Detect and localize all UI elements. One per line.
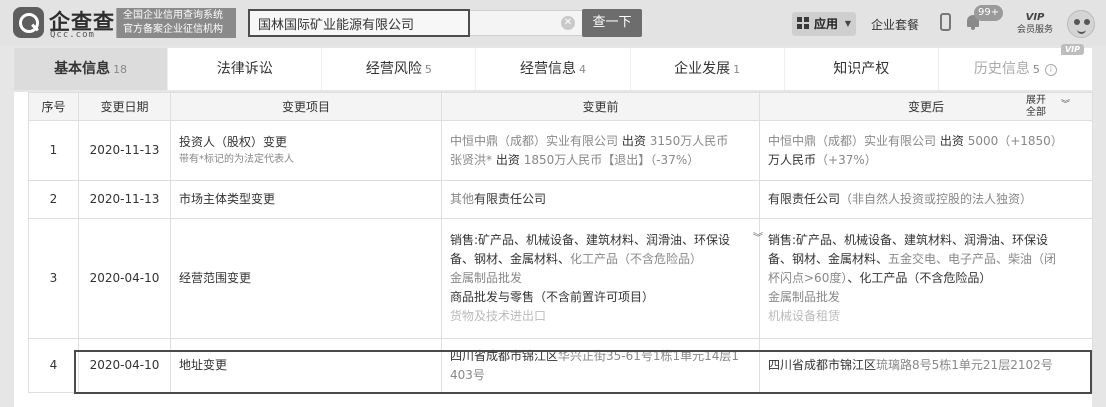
table-row: 3 2020-04-10 经营范围变更 销售:矿产品、机械设备、建筑材料、润滑油… [28,218,1093,339]
apps-menu-button[interactable]: 应用 ▼ [792,12,856,36]
row-date: 2020-11-13 [78,120,171,181]
col-index: 序号 [28,92,79,121]
info-icon[interactable]: i [1044,64,1057,76]
row-after: 有限责任公司（非自然人投资或控股的法人独资） [759,180,1093,219]
tab-basic-info[interactable]: 基本信息 18 [14,48,169,90]
expand-row-chevron-icon[interactable]: ︾ [753,229,763,244]
table-header-row: 序号 变更日期 变更项目 变更前 变更后 展开 全部 ︾ [28,92,1093,121]
col-after: 变更后 展开 全部 ︾ [759,92,1093,121]
row-before: 销售:矿产品、机械设备、建筑材料、润滑油、环保设 备、钢材、金属材料、化工产品（… [441,218,760,339]
row-item: 市场主体类型变更 [170,180,442,219]
mobile-phone-icon[interactable] [940,13,951,31]
enterprise-package-link[interactable]: 企业套餐 [871,16,919,33]
qcc-logo[interactable]: 企查查 Qcc.com [13,7,114,40]
address-change-highlight-box [74,350,1092,394]
magnifier-logo-icon [13,7,44,38]
slogan: 全国企业信用查询系统 官方备案企业征信机构 [116,8,236,38]
row-item: 投资人（股权）变更 带有*标记的为法定代表人 [170,120,442,181]
slogan-line-2: 官方备案企业征信机构 [123,24,223,35]
caret-down-icon: ▼ [844,19,851,28]
vip-member-label: 会员服务 [1016,25,1053,35]
row-before: 中恒中鼎（成都）实业有限公司 出资 3150万人民币 张贤洪* 出资 1850万… [441,120,760,181]
tab-operation-info[interactable]: 经营信息 4 [476,48,631,90]
row-index: 2 [28,180,79,219]
clear-icon[interactable]: ✕ [561,16,575,30]
row-date: 2020-04-10 [78,218,171,339]
top-header: 企查查 Qcc.com 全国企业信用查询系统 官方备案企业征信机构 国林国际矿业… [0,0,1106,46]
double-chevron-down-icon: ︾ [1060,100,1070,110]
tab-business-risk[interactable]: 经营风险 5 [322,48,477,90]
legal-rep-note: 带有*标记的为法定代表人 [179,154,294,165]
slogan-line-1: 全国企业信用查询系统 [123,10,223,21]
col-before: 变更前 [441,92,760,121]
row-date: 2020-11-13 [78,180,171,219]
row-index: 4 [28,338,79,393]
vip-tag: VIP [1060,44,1084,55]
notification-badge: 99+ [974,5,1004,21]
row-after: 中恒中鼎（成都）实业有限公司 出资 5000（+1850） 万人民币（+37%） [759,120,1093,181]
table-row: 2 2020-11-13 市场主体类型变更 其他有限责任公司 有限责任公司（非自… [28,180,1093,219]
grid-icon [797,17,810,30]
tab-litigation[interactable]: 法律诉讼 [168,48,323,90]
row-index: 1 [28,120,79,181]
vip-member-button[interactable]: VIP 会员服务 [1010,11,1060,37]
section-tabs: 基本信息 18 法律诉讼 经营风险 5 经营信息 4 企业发展 1 知识产权 VIP 历… [14,44,1092,90]
search-button[interactable]: 查一下 [582,9,642,37]
user-avatar[interactable] [1067,10,1095,38]
change-records-table: 序号 变更日期 变更项目 变更前 变更后 展开 全部 ︾ 1 2020-11-1… [28,92,1093,393]
row-after: 销售:矿产品、机械设备、建筑材料、润滑油、环保设 备、钢材、金属材料、五金交电、… [759,218,1093,339]
table-row: 1 2020-11-13 投资人（股权）变更 带有*标记的为法定代表人 中恒中鼎… [28,120,1093,181]
row-item: 经营范围变更 [170,218,442,339]
row-before: 其他有限责任公司 [441,180,760,219]
tab-development[interactable]: 企业发展 1 [631,48,785,90]
apps-label: 应用 [814,17,839,31]
tab-history-info[interactable]: VIP 历史信息 5 i [939,44,1092,90]
row-index: 3 [28,218,79,339]
col-item: 变更项目 [170,92,442,121]
expand-all-button[interactable]: 展开 全部 ︾ [1026,93,1070,121]
vip-badge-text: VIP [1025,12,1045,23]
logo-domain: Qcc.com [50,30,95,40]
search-input[interactable]: 国林国际矿业能源有限公司 [248,9,470,37]
tab-intellectual-property[interactable]: 知识产权 [785,48,939,90]
col-date: 变更日期 [78,92,171,121]
